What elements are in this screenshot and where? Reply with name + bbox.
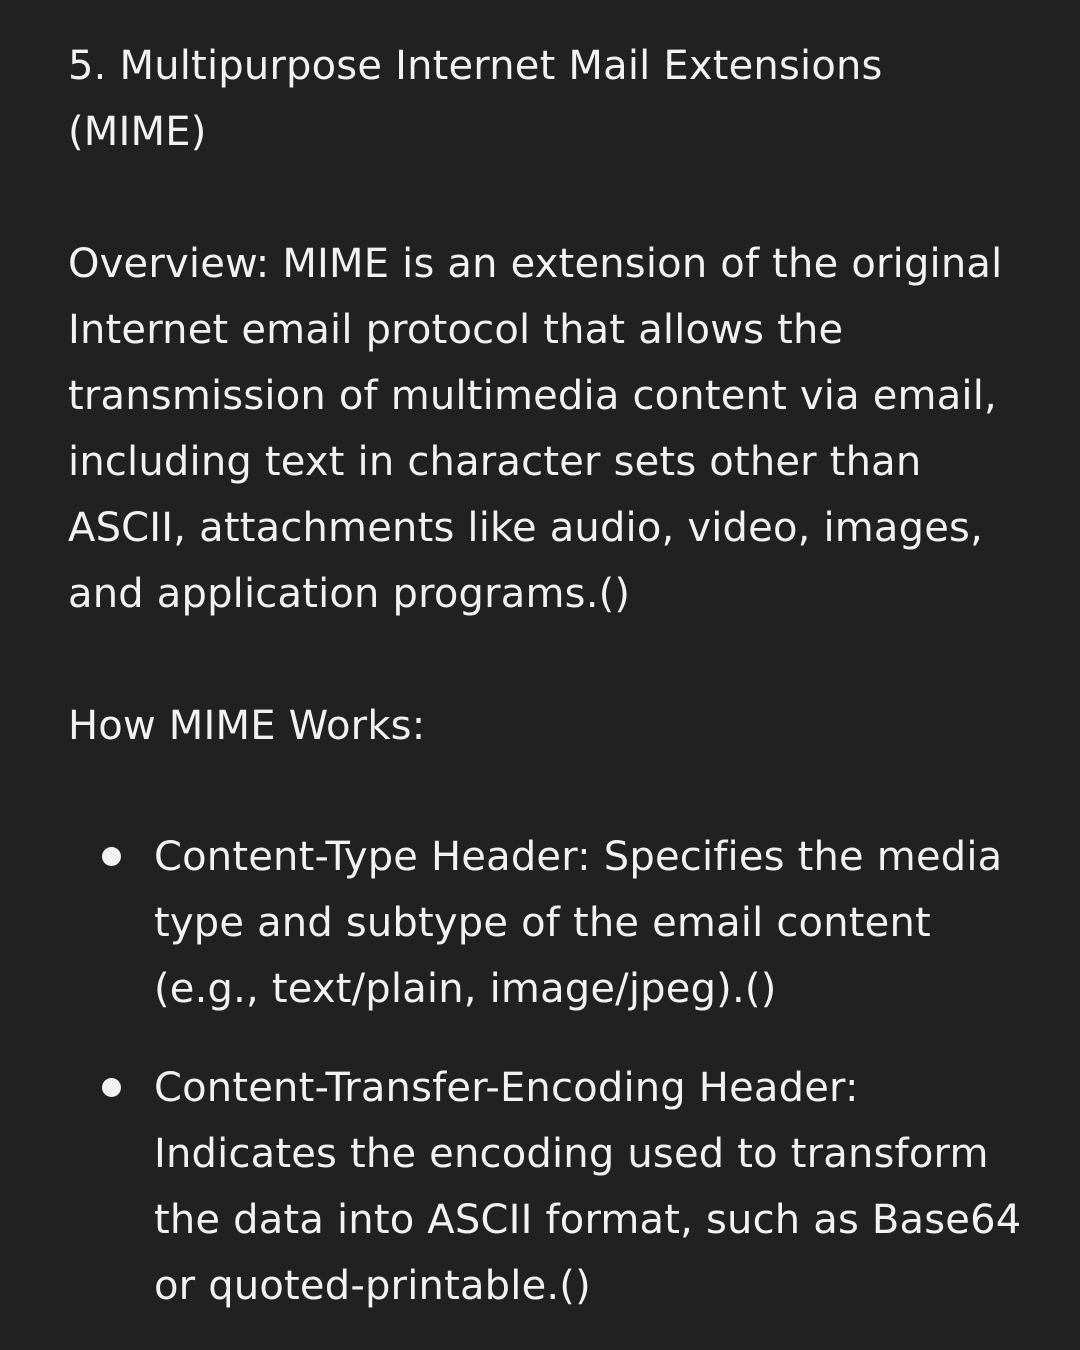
how-mime-works-heading: How MIME Works: xyxy=(68,703,426,749)
overview-paragraph: Overview: MIME is an extension of the or… xyxy=(68,241,1003,617)
list-item: Content-Type Header: Specifies the media… xyxy=(68,824,1040,1022)
bullet-dot-icon xyxy=(102,847,121,866)
section-title: 5. Multipurpose Internet Mail Extensions… xyxy=(68,43,883,155)
bullet-text: Content-Transfer-Encoding Header: Indica… xyxy=(154,1065,1022,1309)
bullet-dot-icon xyxy=(102,1078,121,1097)
list-item: Content-Transfer-Encoding Header: Indica… xyxy=(68,1055,1040,1319)
document-page: 5. Multipurpose Internet Mail Extensions… xyxy=(0,0,1080,1350)
bullet-text: Content-Type Header: Specifies the media… xyxy=(154,834,1003,1012)
bullet-list: Content-Type Header: Specifies the media… xyxy=(68,824,1040,1319)
